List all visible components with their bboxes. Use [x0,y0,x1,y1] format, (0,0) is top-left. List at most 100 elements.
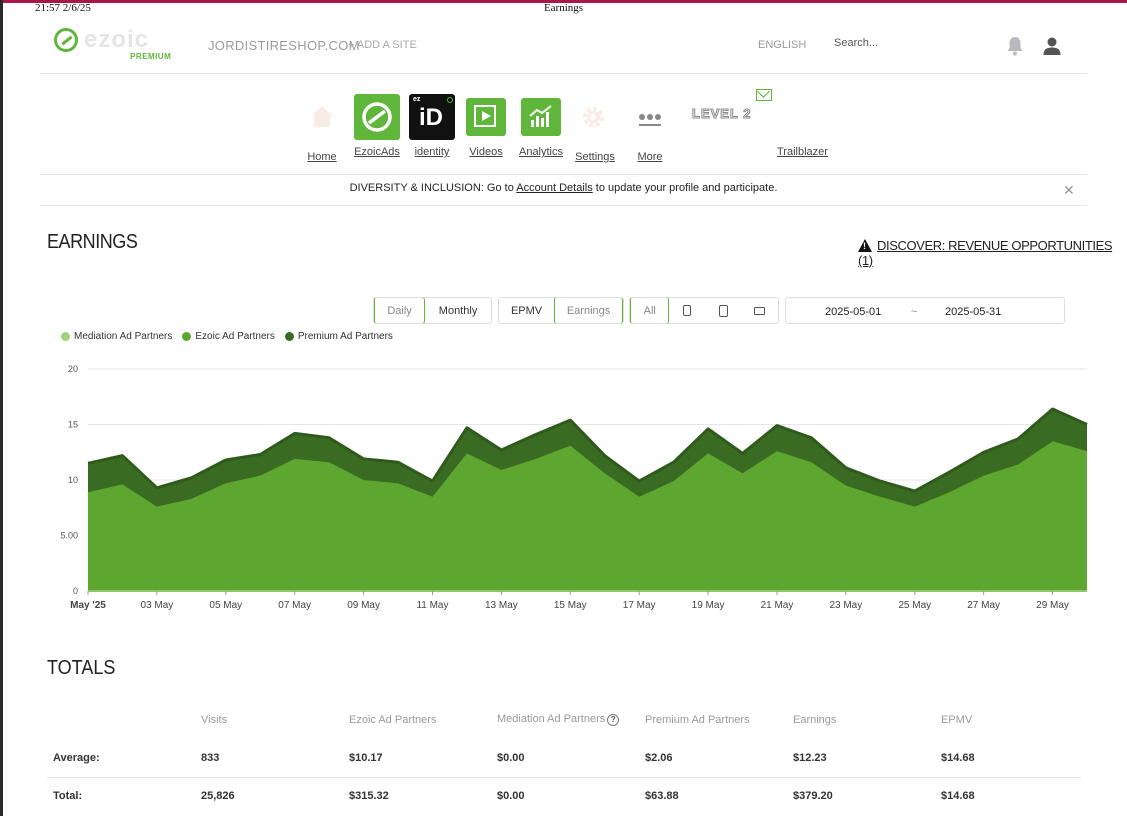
totals-header-row: Visits Ezoic Ad Partners Mediation Ad Pa… [47,700,1081,739]
x-tick-label: 19 May [692,600,725,611]
mobile-tab[interactable] [669,298,705,323]
desktop-tab[interactable] [742,298,779,323]
id-tile-badge-icon [447,97,453,103]
discover-label: DISCOVER: REVENUE OPPORTUNITIES (1) [858,238,1113,268]
header-divider [40,73,1087,74]
legend-label: Premium Ad Partners [297,331,393,342]
table-cell: $2.06 [645,751,673,764]
nav-home[interactable]: Home [299,94,345,163]
user-icon[interactable] [1042,36,1062,56]
discover-revenue-link[interactable]: DISCOVER: REVENUE OPPORTUNITIES (1) [858,238,1127,268]
x-tick-label: 17 May [623,600,656,611]
column-header-mediation: Mediation Ad Partners? [491,700,639,739]
table-cell: $14.68 [941,751,975,764]
table-cell: $63.88 [639,776,787,815]
y-tick-label: 20 [68,364,78,374]
logo-wordmark: ezoic [84,26,150,53]
y-tick-label: 5.00 [60,531,78,541]
totals-table: Visits Ezoic Ad Partners Mediation Ad Pa… [47,700,1081,815]
x-tick-label: 05 May [209,600,242,611]
x-tick-label: 29 May [1036,600,1069,611]
column-header [47,700,195,739]
tablet-tab[interactable] [705,298,742,323]
nav-identity[interactable]: ez iD identity [409,94,455,158]
ezoic-ads-icon [354,94,400,140]
print-title: Earnings [543,2,584,14]
language-selector[interactable]: ENGLISH [758,39,806,51]
more-dots-icon [639,114,661,126]
daily-tab[interactable]: Daily [374,298,426,323]
analytics-chart-icon [521,98,561,136]
nav-settings-label: Settings [575,151,615,163]
x-tick-label: 03 May [140,600,173,611]
banner-prefix: DIVERSITY & INCLUSION: Go to [349,182,514,194]
column-header: Visits [201,713,228,726]
legend-label: Mediation Ad Partners [74,331,173,342]
tablet-icon [718,304,728,317]
x-tick-label: 09 May [347,600,380,611]
table-cell: $0.00 [491,776,639,815]
site-selector[interactable]: JORDISTIRESHOP.COM [208,38,360,53]
date-range-picker[interactable]: 2025-05-01 ~ 2025-05-31 [785,297,1065,324]
legend-item-mediation[interactable]: Mediation Ad Partners [61,331,172,342]
nav-home-label: Home [307,151,337,163]
legend-label: Ezoic Ad Partners [195,331,275,342]
table-cell: $10.17 [349,751,383,764]
trailblazer-link[interactable]: Trailblazer [777,146,828,158]
x-tick-label: 15 May [554,600,587,611]
column-header: Earnings [793,713,837,726]
column-header: Mediation Ad Partners [497,713,606,725]
home-icon [311,106,333,127]
nav-analytics[interactable]: Analytics [518,94,564,158]
ezoic-logo-icon [54,28,78,52]
earnings-chart: 0 5.00 10 15 20 May '25 03 May 05 May 07 May 09 M… [60,364,1088,611]
legend-dot [182,332,192,341]
close-icon[interactable]: ✕ [1063,183,1075,197]
row-label: Total: [47,776,195,815]
nav-ezoicads[interactable]: EzoicAds [354,94,400,158]
column-header: Ezoic Ad Partners [349,713,437,726]
add-site-link[interactable]: + ADD A SITE [348,39,417,51]
nav-identity-label: identity [414,146,450,158]
table-cell: $0.00 [497,751,525,764]
x-tick-label: 25 May [898,600,931,611]
bell-icon[interactable] [1006,36,1024,56]
legend-dot [61,332,70,341]
nav-divider [40,174,1087,175]
date-end: 2025-05-31 [945,306,1002,318]
ezoic-logo[interactable]: ezoic PREMIUM [54,26,184,62]
level-badge[interactable]: LEVEL 2 [692,106,752,122]
epmv-tab[interactable]: EPMV [499,298,554,323]
date-start: 2025-05-01 [825,306,882,318]
banner-suffix: to update your profile and participate. [595,182,778,194]
earnings-tab[interactable]: Earnings [554,298,623,323]
ezoic-id-icon: ez iD [409,94,455,140]
x-tick-label: 23 May [829,600,862,611]
search-input[interactable] [834,37,954,49]
all-devices-tab[interactable]: All [630,298,670,323]
help-icon[interactable]: ? [607,714,620,726]
nav-settings[interactable]: Settings [574,94,616,163]
row-label: Average: [53,751,100,764]
mail-icon[interactable] [756,89,772,101]
nav-more[interactable]: More [630,94,670,163]
legend-item-ezoic[interactable]: Ezoic Ad Partners [182,331,275,342]
table-cell: 833 [201,751,220,764]
device-toggle: All [629,297,779,324]
banner-divider [40,205,1087,206]
monthly-tab[interactable]: Monthly [425,298,491,323]
account-details-link[interactable]: Account Details [516,182,592,194]
table-row: Total: 25,826 $315.32 $0.00 $63.88 $379.… [47,776,1081,815]
warning-icon [858,239,872,252]
monitor-icon [754,306,766,315]
nav-videos[interactable]: Videos [465,94,507,158]
totals-title: TOTALS [47,657,116,679]
legend-item-premium[interactable]: Premium Ad Partners [284,331,393,342]
video-play-icon [466,98,506,136]
nav-analytics-label: Analytics [518,146,564,158]
earnings-title: EARNINGS [47,231,138,253]
table-row: Average: 833 $10.17 $0.00 $2.06 $12.23 $… [47,739,1081,777]
table-cell: $12.23 [793,751,827,764]
column-header: EPMV [941,713,973,726]
logo-premium-label: PREMIUM [130,52,172,61]
